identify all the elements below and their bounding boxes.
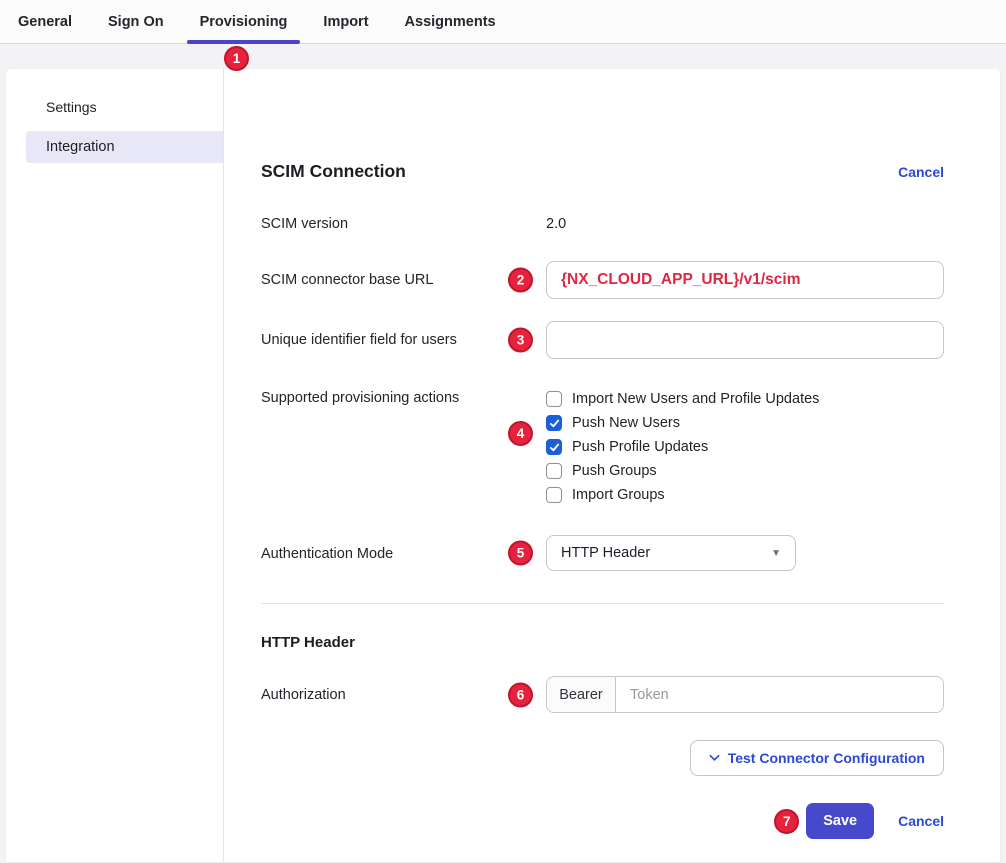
scim-connection-form: SCIM Connection Cancel SCIM version 2.0 … <box>224 69 1000 862</box>
token-input[interactable] <box>616 677 943 712</box>
bearer-prefix: Bearer <box>547 677 616 712</box>
sidebar-item-integration[interactable]: Integration <box>26 131 223 163</box>
http-header-section-title: HTTP Header <box>261 634 944 651</box>
tab-assignments[interactable]: Assignments <box>387 0 514 43</box>
cancel-link-top[interactable]: Cancel <box>898 164 944 180</box>
check-icon <box>549 442 560 453</box>
unique-id-label: Unique identifier field for users <box>261 321 546 359</box>
checkbox-import-groups[interactable]: Import Groups <box>546 483 944 507</box>
auth-mode-selected-value: HTTP Header <box>561 545 650 561</box>
annotation-badge-2: 2 <box>508 268 533 293</box>
checkbox[interactable] <box>546 415 562 431</box>
checkbox[interactable] <box>546 391 562 407</box>
tab-sign-on[interactable]: Sign On <box>90 0 182 43</box>
annotation-badge-5: 5 <box>508 541 533 566</box>
tab-provisioning[interactable]: Provisioning <box>182 0 306 43</box>
base-url-input[interactable] <box>546 261 944 299</box>
checkbox-label: Push Profile Updates <box>572 439 708 455</box>
checkbox-import-new-users[interactable]: Import New Users and Profile Updates <box>546 387 944 411</box>
annotation-badge-7: 7 <box>774 809 799 834</box>
scim-version-value: 2.0 <box>546 216 566 232</box>
checkbox-label: Push New Users <box>572 415 680 431</box>
checkbox-push-new-users[interactable]: Push New Users <box>546 411 944 435</box>
cancel-link-bottom[interactable]: Cancel <box>898 813 944 829</box>
annotation-badge-3: 3 <box>508 328 533 353</box>
checkbox-push-groups[interactable]: Push Groups <box>546 459 944 483</box>
app-tab-bar: General Sign On Provisioning Import Assi… <box>0 0 1006 44</box>
test-connector-label: Test Connector Configuration <box>728 750 925 766</box>
chevron-down-icon: ▼ <box>771 548 781 559</box>
checkbox[interactable] <box>546 463 562 479</box>
authorization-input-group: Bearer <box>546 676 944 713</box>
checkbox-label: Push Groups <box>572 463 657 479</box>
checkbox-label: Import New Users and Profile Updates <box>572 391 819 407</box>
test-connector-button[interactable]: Test Connector Configuration <box>690 740 944 776</box>
page-title: SCIM Connection <box>261 161 406 182</box>
tab-import[interactable]: Import <box>305 0 386 43</box>
check-icon <box>549 418 560 429</box>
base-url-label: SCIM connector base URL <box>261 261 546 299</box>
checkbox[interactable] <box>546 439 562 455</box>
chevron-down-icon <box>709 754 720 762</box>
checkbox[interactable] <box>546 487 562 503</box>
scim-version-label: SCIM version <box>261 215 546 234</box>
tab-general[interactable]: General <box>0 0 90 43</box>
save-button[interactable]: Save <box>806 803 874 839</box>
provisioning-actions-label: Supported provisioning actions <box>261 387 546 507</box>
main-card: Settings Integration SCIM Connection Can… <box>6 69 1000 862</box>
checkbox-label: Import Groups <box>572 487 665 503</box>
annotation-badge-1: 1 <box>224 46 249 71</box>
annotation-badge-6: 6 <box>508 682 533 707</box>
unique-id-input[interactable] <box>546 321 944 359</box>
section-divider <box>261 603 944 604</box>
settings-sidebar: Settings Integration <box>6 69 224 862</box>
authorization-label: Authorization <box>261 676 546 713</box>
checkbox-push-profile-updates[interactable]: Push Profile Updates <box>546 435 944 459</box>
auth-mode-label: Authentication Mode <box>261 535 546 571</box>
auth-mode-select[interactable]: HTTP Header ▼ <box>546 535 796 571</box>
sidebar-heading: Settings <box>6 99 223 115</box>
annotation-badge-4: 4 <box>508 421 533 446</box>
